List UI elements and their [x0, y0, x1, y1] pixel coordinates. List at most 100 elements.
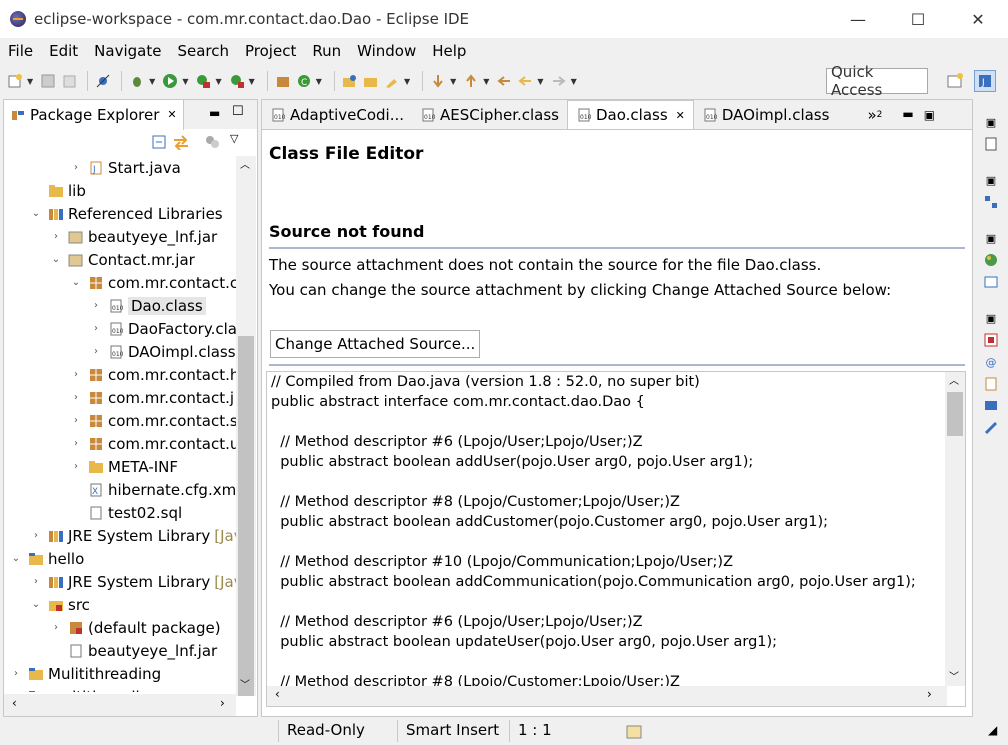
previous-annotation-icon[interactable] [462, 72, 480, 90]
chevron-right-icon[interactable]: › [70, 162, 82, 173]
chevron-right-icon[interactable]: › [30, 530, 42, 541]
debug-icon[interactable] [128, 72, 146, 90]
tree-item[interactable]: › (default package) [50, 616, 221, 639]
close-button[interactable]: ✕ [948, 0, 1008, 38]
minimize-view-icon[interactable]: ▬ [902, 107, 913, 121]
chevron-down-icon[interactable]: ▼ [249, 77, 255, 86]
tree-horizontal-scrollbar[interactable]: ‹ › [4, 694, 236, 716]
scroll-down-icon[interactable]: ﹀ [240, 676, 250, 691]
scroll-up-icon[interactable]: ︿ [949, 372, 959, 387]
progress-icon[interactable] [980, 419, 1002, 437]
tree-item[interactable]: › JRE System Library[Jav [30, 524, 236, 547]
menu-navigate[interactable]: Navigate [94, 42, 161, 60]
chevron-down-icon[interactable]: ▼ [215, 77, 221, 86]
code-vertical-scrollbar[interactable]: ︿ ﹀ [945, 372, 965, 686]
run-icon[interactable] [161, 72, 179, 90]
declaration-icon[interactable] [980, 375, 1002, 393]
tab-dao-class[interactable]: 010 Dao.class ✕ [566, 100, 694, 129]
chevron-down-icon[interactable]: ▼ [450, 77, 456, 86]
tree-item[interactable]: ⌄ Contact.mr.jar [50, 248, 195, 271]
collapse-all-icon[interactable] [151, 134, 167, 154]
scroll-left-icon[interactable]: ‹ [275, 687, 280, 701]
scroll-thumb[interactable] [238, 336, 254, 696]
quick-access-field[interactable]: Quick Access [826, 63, 928, 99]
code-horizontal-scrollbar[interactable]: ‹ › [267, 686, 947, 706]
save-all-icon[interactable] [60, 72, 78, 90]
palette-icon[interactable] [980, 251, 1002, 269]
properties-icon[interactable] [980, 273, 1002, 291]
tree-item[interactable]: ⌄ hello [10, 547, 84, 570]
chevron-down-icon[interactable]: ⌄ [50, 254, 62, 265]
new-class-icon[interactable]: C [295, 72, 313, 90]
scroll-left-icon[interactable]: ‹ [12, 696, 17, 710]
open-perspective-icon[interactable] [944, 70, 966, 92]
tree-item[interactable]: › 010 DAOimpl.class [90, 340, 236, 363]
next-annotation-icon[interactable] [429, 72, 447, 90]
restore-icon[interactable]: ▣ [980, 113, 1002, 131]
tree-item[interactable]: lib [30, 179, 86, 202]
tab-aescipher[interactable]: 010 AESCipher.class [412, 100, 567, 129]
external-tools-icon[interactable] [228, 72, 246, 90]
chevron-right-icon[interactable]: › [70, 392, 82, 403]
chevron-down-icon[interactable]: ▼ [483, 77, 489, 86]
restore-icon[interactable]: ▣ [980, 171, 1002, 189]
chevron-down-icon[interactable]: ▼ [27, 77, 33, 86]
chevron-down-icon[interactable]: ▼ [149, 77, 155, 86]
view-menu-icon[interactable]: ▽ [230, 132, 238, 145]
tree-item[interactable]: › com.mr.contact.h [70, 363, 236, 386]
coverage-icon[interactable] [194, 72, 212, 90]
tab-package-explorer[interactable]: Package Explorer ✕ [4, 99, 184, 130]
new-icon[interactable] [6, 72, 24, 90]
forward-icon[interactable] [550, 72, 568, 90]
chevron-down-icon[interactable]: ▼ [182, 77, 188, 86]
tree-item[interactable]: › META-INF [70, 455, 178, 478]
chevron-down-icon[interactable]: ⌄ [10, 553, 22, 564]
menu-window[interactable]: Window [357, 42, 416, 60]
tab-overflow-button[interactable]: » 2 [859, 100, 890, 129]
tree-item[interactable]: › 010 Dao.class [90, 294, 206, 317]
maximize-button[interactable]: ☐ [888, 0, 948, 38]
problems-icon[interactable] [980, 331, 1002, 349]
menu-search[interactable]: Search [177, 42, 229, 60]
back-icon[interactable] [516, 72, 534, 90]
chevron-down-icon[interactable]: ▼ [571, 77, 577, 86]
link-editor-icon[interactable] [172, 134, 190, 154]
change-attached-source-button[interactable]: Change Attached Source... [270, 330, 481, 358]
chevron-right-icon[interactable]: › [70, 461, 82, 472]
chevron-down-icon[interactable]: ⌄ [30, 599, 42, 610]
chevron-right-icon[interactable]: › [70, 438, 82, 449]
tree-item[interactable]: › J Start.java [70, 156, 181, 179]
tree-item[interactable]: beautyeye_lnf.jar [50, 639, 217, 662]
tree-item[interactable]: › multithreading [10, 685, 159, 692]
tree-item[interactable]: test02.sql [70, 501, 182, 524]
maximize-view-icon[interactable]: ▣ [924, 108, 935, 122]
scroll-thumb[interactable] [947, 392, 963, 436]
scroll-down-icon[interactable]: ﹀ [949, 668, 959, 683]
chevron-right-icon[interactable]: › [30, 576, 42, 587]
tree-item[interactable]: › beautyeye_lnf.jar [50, 225, 217, 248]
menu-run[interactable]: Run [312, 42, 341, 60]
chevron-down-icon[interactable]: ▼ [537, 77, 543, 86]
menu-project[interactable]: Project [245, 42, 296, 60]
tree-item[interactable]: › com.mr.contact.j [70, 386, 234, 409]
tree-item[interactable]: ⌄ src [30, 593, 90, 616]
chevron-right-icon[interactable]: › [50, 231, 62, 242]
restore-icon[interactable]: ▣ [980, 309, 1002, 327]
chevron-right-icon[interactable]: › [90, 323, 102, 334]
chevron-right-icon[interactable]: › [70, 415, 82, 426]
tree-item[interactable]: › com.mr.contact.s [70, 409, 236, 432]
focus-task-icon[interactable] [204, 134, 220, 154]
tree-item[interactable]: ⌄ com.mr.contact.c [70, 271, 236, 294]
minimize-view-icon[interactable]: ▬ [209, 106, 220, 120]
tree-item[interactable]: ⌄ Referenced Libraries [30, 202, 223, 225]
tab-adaptivecodi[interactable]: 010 AdaptiveCodi... [262, 100, 412, 129]
chevron-right-icon[interactable]: › [90, 300, 102, 311]
menu-file[interactable]: File [8, 42, 33, 60]
chevron-down-icon[interactable]: ▼ [316, 77, 322, 86]
skip-breakpoints-icon[interactable] [94, 72, 112, 90]
tree-item[interactable]: › 010 DaoFactory.cla [90, 317, 236, 340]
chevron-right-icon[interactable]: › [70, 369, 82, 380]
restore-icon[interactable]: ▣ [980, 229, 1002, 247]
open-type-icon[interactable] [341, 72, 359, 90]
menu-edit[interactable]: Edit [49, 42, 78, 60]
